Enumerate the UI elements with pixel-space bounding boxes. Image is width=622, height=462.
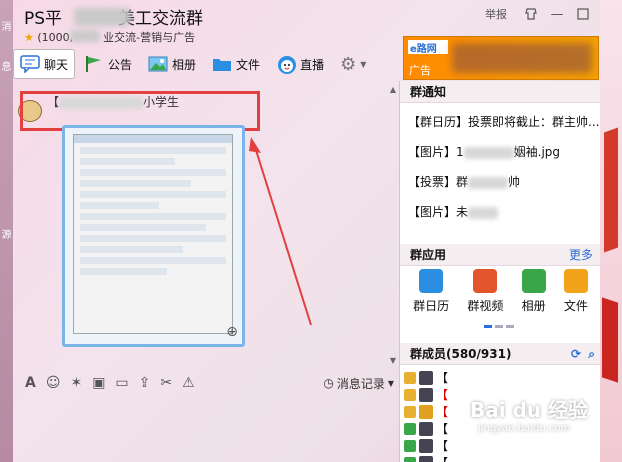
apps-section-title: 群应用 更多 (400, 244, 601, 266)
emoji-icon[interactable]: ☺ (46, 375, 61, 391)
left-strip-char: 源 (1, 230, 12, 241)
annotation-arrow (249, 137, 312, 326)
report-link[interactable]: 举报 (485, 6, 507, 22)
admin-icon (404, 405, 416, 418)
app-album[interactable]: 相册 (521, 269, 546, 314)
member-icon (404, 456, 416, 462)
notice-redacted (468, 206, 499, 219)
tab-live[interactable]: 直播 (269, 49, 331, 79)
chat-message-area[interactable]: 【小学生 ⊕ ▲ ▼ (13, 85, 398, 365)
avatar (419, 404, 433, 419)
photo-icon (148, 55, 168, 73)
folder-icon (212, 55, 232, 73)
search-icon[interactable]: ⌕ (588, 343, 595, 365)
avatar (419, 438, 433, 453)
avatar (419, 387, 433, 402)
image-icon[interactable]: ▭ (115, 375, 128, 391)
settings-button[interactable]: ⚙ ▼ (333, 49, 373, 79)
apps-grid: 群日历 群视频 相册 文件 (400, 269, 601, 314)
photo-icon (521, 269, 546, 293)
background-decoration (600, 0, 622, 462)
live-mascot-icon (276, 55, 297, 74)
app-calendar[interactable]: 群日历 (413, 269, 449, 314)
left-strip-char: 消 (1, 22, 12, 33)
chat-bubble-icon (20, 55, 40, 74)
group-toolbar: 聊天 公告 相册 文件 直播 ⚙ ▼ (13, 48, 373, 80)
tab-chat[interactable]: 聊天 (13, 49, 76, 79)
clock-icon: ◷ (323, 376, 334, 390)
chevron-down-icon: ▼ (387, 378, 394, 388)
notice-redacted (468, 176, 509, 189)
list-item[interactable]: 【图片】1 姻袖.jpg (408, 137, 600, 167)
list-item[interactable]: 【图片】未 (408, 197, 600, 227)
refresh-icon[interactable]: ⟳ (571, 343, 581, 365)
history-button[interactable]: ◷ 消息记录 ▼ (323, 375, 398, 392)
scissors-icon[interactable]: ✂ (160, 375, 172, 391)
gear-icon: ⚙ (340, 53, 357, 75)
baidu-watermark: Bai du 经验 jingyan.baidu.com (470, 398, 589, 434)
avatar (419, 421, 433, 436)
ad-tag: 广告 (409, 64, 431, 77)
app-file[interactable]: 文件 (563, 269, 588, 314)
admin-icon (404, 388, 416, 401)
app-video[interactable]: 群视频 (467, 269, 503, 314)
folder-icon (563, 269, 588, 293)
chevron-down-icon: ▼ (360, 59, 367, 69)
window-controls: 举报 — ✕ (485, 6, 617, 22)
avatar (419, 370, 433, 385)
camera-icon (473, 269, 498, 293)
avatar (419, 455, 433, 462)
tab-album[interactable]: 相册 (141, 49, 203, 79)
flag-icon (84, 55, 104, 73)
ad-redacted (452, 43, 592, 73)
title-redacted (74, 8, 130, 26)
list-item[interactable]: 【 (404, 454, 594, 462)
member-icon (404, 439, 416, 452)
ad-banner[interactable]: e路网 广告 (403, 36, 599, 80)
input-toolbar: A ☺ ✶ ▣ ▭ ⇪ ✂ ⚠ ◷ 消息记录 ▼ (13, 370, 398, 396)
maximize-icon[interactable] (575, 6, 591, 22)
notice-section-title: 群通知 (400, 81, 600, 103)
list-item[interactable]: 【群日历】投票即将截止：群主帅... (408, 107, 600, 137)
notice-redacted (463, 146, 514, 159)
notice-list: 【群日历】投票即将截止：群主帅... 【图片】1 姻袖.jpg 【投票】群帅 【图… (400, 103, 600, 227)
member-icon (404, 422, 416, 435)
more-apps-link[interactable]: 更多 (569, 244, 593, 266)
owner-icon (404, 371, 416, 384)
skin-icon[interactable] (523, 6, 539, 22)
list-item[interactable]: 【 (404, 437, 594, 454)
star-icon: ★ (24, 31, 34, 44)
magic-icon[interactable]: ✶ (70, 375, 82, 391)
calendar-icon (419, 269, 444, 293)
apps-pager[interactable] (484, 325, 514, 328)
upload-icon[interactable]: ⇪ (139, 375, 151, 391)
tab-notice[interactable]: 公告 (77, 49, 139, 79)
font-icon[interactable]: A (25, 375, 36, 391)
members-section-title: 群成员(580/931) ⟳ ⌕ (400, 343, 601, 365)
left-strip-char: 息 (1, 62, 12, 73)
minimize-icon[interactable]: — (549, 6, 565, 22)
gif-icon[interactable]: ▣ (92, 375, 105, 391)
ad-logo: e路网 (408, 40, 448, 55)
tab-file[interactable]: 文件 (205, 49, 267, 79)
remind-icon[interactable]: ⚠ (182, 375, 195, 391)
left-side-strip: 消 息 源 (0, 0, 13, 462)
list-item[interactable]: 【 (404, 369, 594, 386)
subtitle-redacted (70, 30, 100, 42)
group-subtitle: ★ (1000, 业交流-营销与广告 (24, 31, 196, 44)
list-item[interactable]: 【投票】群帅 (408, 167, 600, 197)
